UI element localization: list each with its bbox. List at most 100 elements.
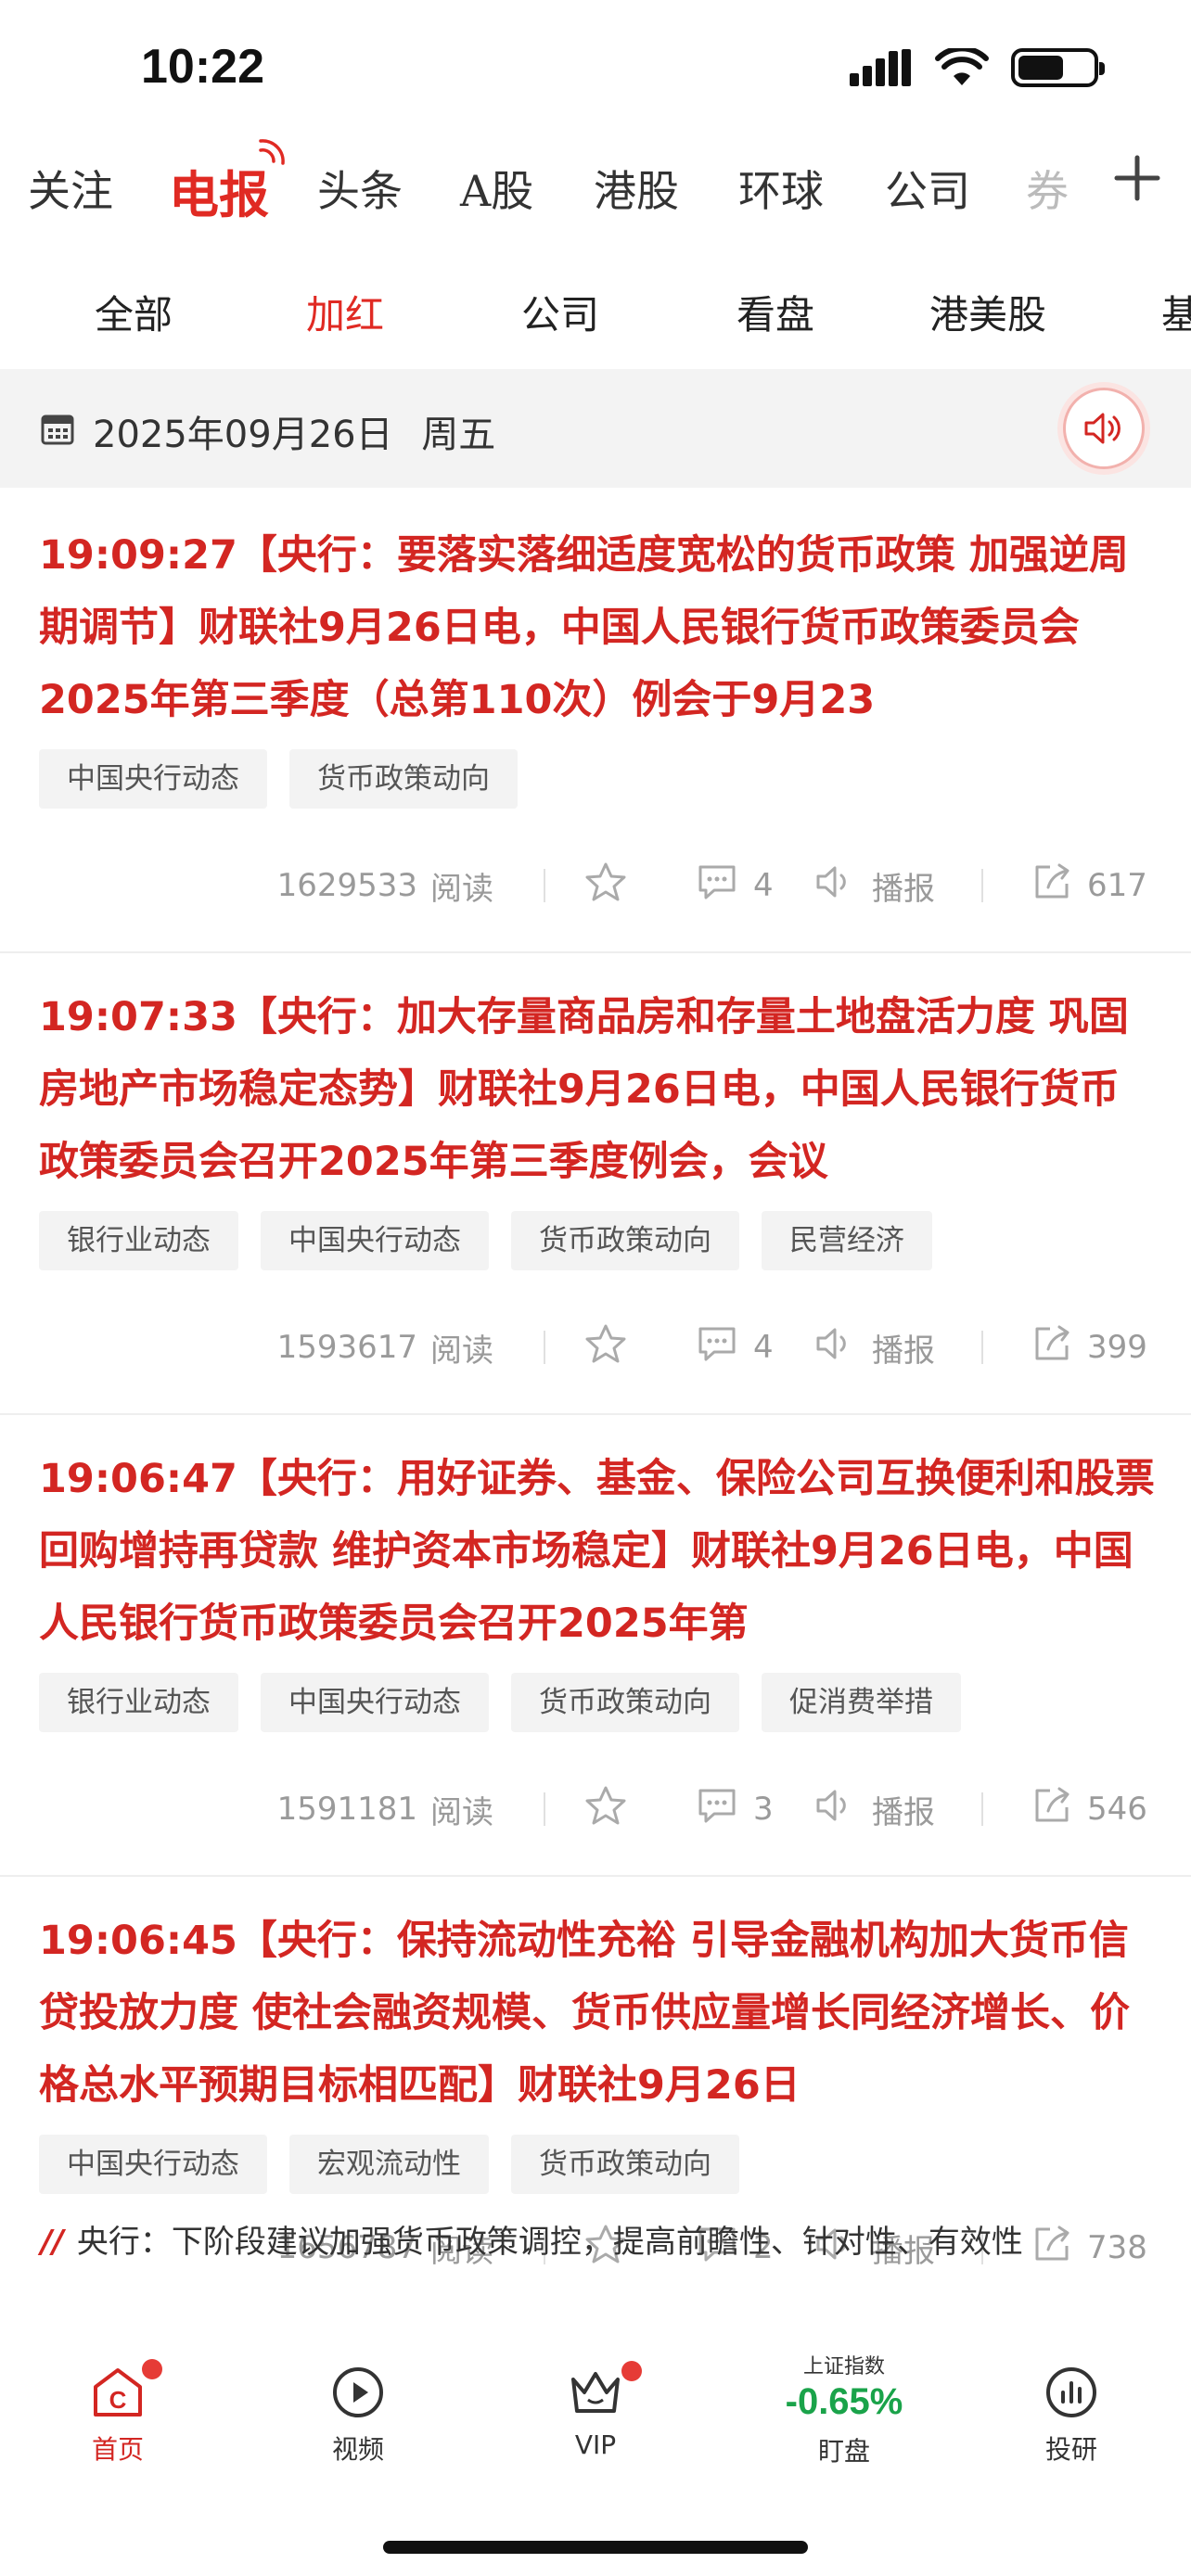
news-tag[interactable]: 中国央行动态 bbox=[261, 1673, 489, 1732]
share-button[interactable]: 546 bbox=[1031, 1781, 1147, 1837]
speaker-icon bbox=[814, 863, 857, 909]
add-tab-icon[interactable] bbox=[1113, 154, 1161, 202]
tab-home-label: 首页 bbox=[91, 2434, 144, 2465]
tab-follow[interactable]: 关注 bbox=[28, 158, 113, 219]
star-icon bbox=[584, 861, 627, 911]
tab-research-label: 投研 bbox=[1044, 2434, 1097, 2465]
status-bar: 10:22 bbox=[0, 0, 1191, 139]
comment-icon bbox=[696, 1324, 738, 1371]
share-icon bbox=[1031, 861, 1072, 911]
home-icon: C bbox=[90, 2359, 162, 2420]
news-tag[interactable]: 中国央行动态 bbox=[39, 749, 267, 809]
tab-hk-stocks[interactable]: 港股 bbox=[594, 158, 679, 219]
news-tag[interactable]: 货币政策动向 bbox=[289, 749, 518, 809]
subtab-highlighted[interactable]: 加红 bbox=[306, 284, 384, 340]
subtab-company[interactable]: 公司 bbox=[521, 284, 599, 340]
divider bbox=[981, 1331, 983, 1364]
tab-home[interactable]: C 首页 bbox=[53, 2359, 183, 2467]
share-count: 617 bbox=[1087, 867, 1147, 904]
news-tag[interactable]: 促消费举措 bbox=[762, 1673, 961, 1732]
news-tag[interactable]: 民营经济 bbox=[762, 1211, 932, 1270]
subtab-fund[interactable]: 基 bbox=[1161, 284, 1191, 340]
read-count: 1591181 阅读 bbox=[0, 1781, 493, 1837]
tab-headlines[interactable]: 头条 bbox=[317, 158, 403, 219]
comment-count: 4 bbox=[753, 867, 774, 904]
news-tag[interactable]: 宏观流动性 bbox=[289, 2135, 489, 2194]
news-item[interactable]: 19:06:45【央行：保持流动性充裕 引导金融机构加大货币信贷投放力度 使社会… bbox=[0, 1877, 1191, 2339]
top-nav: 关注 电报 头条 A股 港股 环球 公司 券 bbox=[0, 139, 1191, 241]
date-bar: 2025年09月26日 周五 bbox=[0, 369, 1191, 488]
video-play-icon bbox=[330, 2365, 386, 2420]
tab-telegraph[interactable]: 电报 bbox=[169, 154, 269, 227]
news-item[interactable]: 19:07:33【央行：加大存量商品房和存量土地盘活力度 巩固房地产市场稳定态势… bbox=[0, 953, 1191, 1415]
share-count: 399 bbox=[1087, 1329, 1147, 1366]
home-badge-dot bbox=[142, 2359, 162, 2379]
share-button[interactable]: 738 bbox=[1031, 2220, 1147, 2276]
tab-research[interactable]: 投研 bbox=[1006, 2365, 1136, 2467]
news-tag[interactable]: 货币政策动向 bbox=[511, 1673, 739, 1732]
comment-count: 3 bbox=[753, 1791, 774, 1828]
play-button[interactable]: 播报 bbox=[814, 1781, 935, 1837]
comment-button[interactable]: 4 bbox=[696, 1320, 774, 1375]
related-quote[interactable]: // 央行：下阶段建议加强货币政策调控，提高前瞻性、针对性、有效性 bbox=[41, 2216, 1023, 2262]
play-button[interactable]: 播报 bbox=[814, 1320, 935, 1375]
status-time: 10:22 bbox=[141, 40, 264, 94]
comment-icon bbox=[696, 862, 738, 910]
weekday-value: 周五 bbox=[421, 414, 496, 456]
subtab-hk-us[interactable]: 港美股 bbox=[929, 284, 1046, 340]
play-button[interactable]: 播报 bbox=[814, 858, 935, 913]
news-tag[interactable]: 中国央行动态 bbox=[261, 1211, 489, 1270]
share-button[interactable]: 399 bbox=[1031, 1320, 1147, 1375]
date-label: 2025年09月26日 周五 bbox=[93, 404, 495, 458]
favorite-button[interactable] bbox=[584, 1320, 627, 1375]
battery-icon bbox=[1011, 48, 1105, 87]
index-change: -0.65% bbox=[785, 2381, 903, 2422]
news-item[interactable]: 19:06:47【央行：用好证券、基金、保险公司互换便利和股票回购增持再贷款 维… bbox=[0, 1415, 1191, 1877]
news-tags: 银行业动态 中国央行动态 货币政策动向 促消费举措 bbox=[39, 1673, 961, 1732]
news-tag[interactable]: 银行业动态 bbox=[39, 1673, 238, 1732]
subtab-all[interactable]: 全部 bbox=[95, 284, 173, 340]
broadcast-button[interactable] bbox=[1063, 388, 1145, 469]
research-chart-icon bbox=[1044, 2365, 1099, 2420]
news-tag[interactable]: 银行业动态 bbox=[39, 1211, 238, 1270]
share-icon bbox=[1031, 1785, 1072, 1834]
news-tag[interactable]: 货币政策动向 bbox=[511, 2135, 739, 2194]
read-count-label: 阅读 bbox=[430, 1793, 493, 1831]
divider bbox=[981, 869, 983, 902]
read-count: 1629533 阅读 bbox=[0, 858, 493, 913]
date-value: 2025年09月26日 bbox=[93, 414, 393, 456]
tab-brokers[interactable]: 券 bbox=[1026, 158, 1069, 219]
vip-badge-dot bbox=[621, 2361, 642, 2381]
read-count-value: 1593617 bbox=[276, 1329, 417, 1366]
share-icon bbox=[1031, 1323, 1072, 1372]
tab-company[interactable]: 公司 bbox=[885, 158, 970, 219]
quote-text: 央行：下阶段建议加强货币政策调控，提高前瞻性、针对性、有效性 bbox=[76, 2224, 1023, 2261]
index-name: 上证指数 bbox=[802, 2355, 885, 2378]
news-title[interactable]: 19:06:47【央行：用好证券、基金、保险公司互换便利和股票回购增持再贷款 维… bbox=[39, 1443, 1156, 1662]
svg-text:C: C bbox=[109, 2386, 127, 2414]
news-title[interactable]: 19:07:33【央行：加大存量商品房和存量土地盘活力度 巩固房地产市场稳定态势… bbox=[39, 981, 1156, 1200]
home-indicator[interactable] bbox=[383, 2541, 808, 2554]
favorite-button[interactable] bbox=[584, 1781, 627, 1837]
news-title[interactable]: 19:06:45【央行：保持流动性充裕 引导金融机构加大货币信贷投放力度 使社会… bbox=[39, 1905, 1156, 2123]
read-count-label: 阅读 bbox=[430, 1332, 493, 1370]
tab-a-shares[interactable]: A股 bbox=[460, 158, 533, 219]
news-title[interactable]: 19:09:27【央行：要落实落细适度宽松的货币政策 加强逆周期调节】财联社9月… bbox=[39, 519, 1156, 738]
tab-watch[interactable]: 上证指数 -0.65% 盯盘 bbox=[779, 2350, 909, 2468]
favorite-button[interactable] bbox=[584, 858, 627, 913]
news-tag[interactable]: 货币政策动向 bbox=[511, 1211, 739, 1270]
tab-global[interactable]: 环球 bbox=[738, 158, 824, 219]
comment-button[interactable]: 3 bbox=[696, 1781, 774, 1837]
subtab-market-watch[interactable]: 看盘 bbox=[736, 284, 814, 340]
read-count: 1593617 阅读 bbox=[0, 1320, 493, 1375]
sub-nav: 全部 加红 公司 看盘 港美股 基 bbox=[0, 261, 1191, 363]
news-tag[interactable]: 中国央行动态 bbox=[39, 2135, 267, 2194]
comment-button[interactable]: 4 bbox=[696, 858, 774, 913]
play-label: 播报 bbox=[872, 1793, 935, 1831]
speaker-icon bbox=[814, 1787, 857, 1832]
tab-video[interactable]: 视频 bbox=[293, 2365, 423, 2467]
news-item[interactable]: 19:09:27【央行：要落实落细适度宽松的货币政策 加强逆周期调节】财联社9月… bbox=[0, 491, 1191, 953]
share-button[interactable]: 617 bbox=[1031, 858, 1147, 913]
speaker-icon bbox=[814, 1325, 857, 1371]
tab-vip[interactable]: VIP bbox=[531, 2361, 660, 2460]
